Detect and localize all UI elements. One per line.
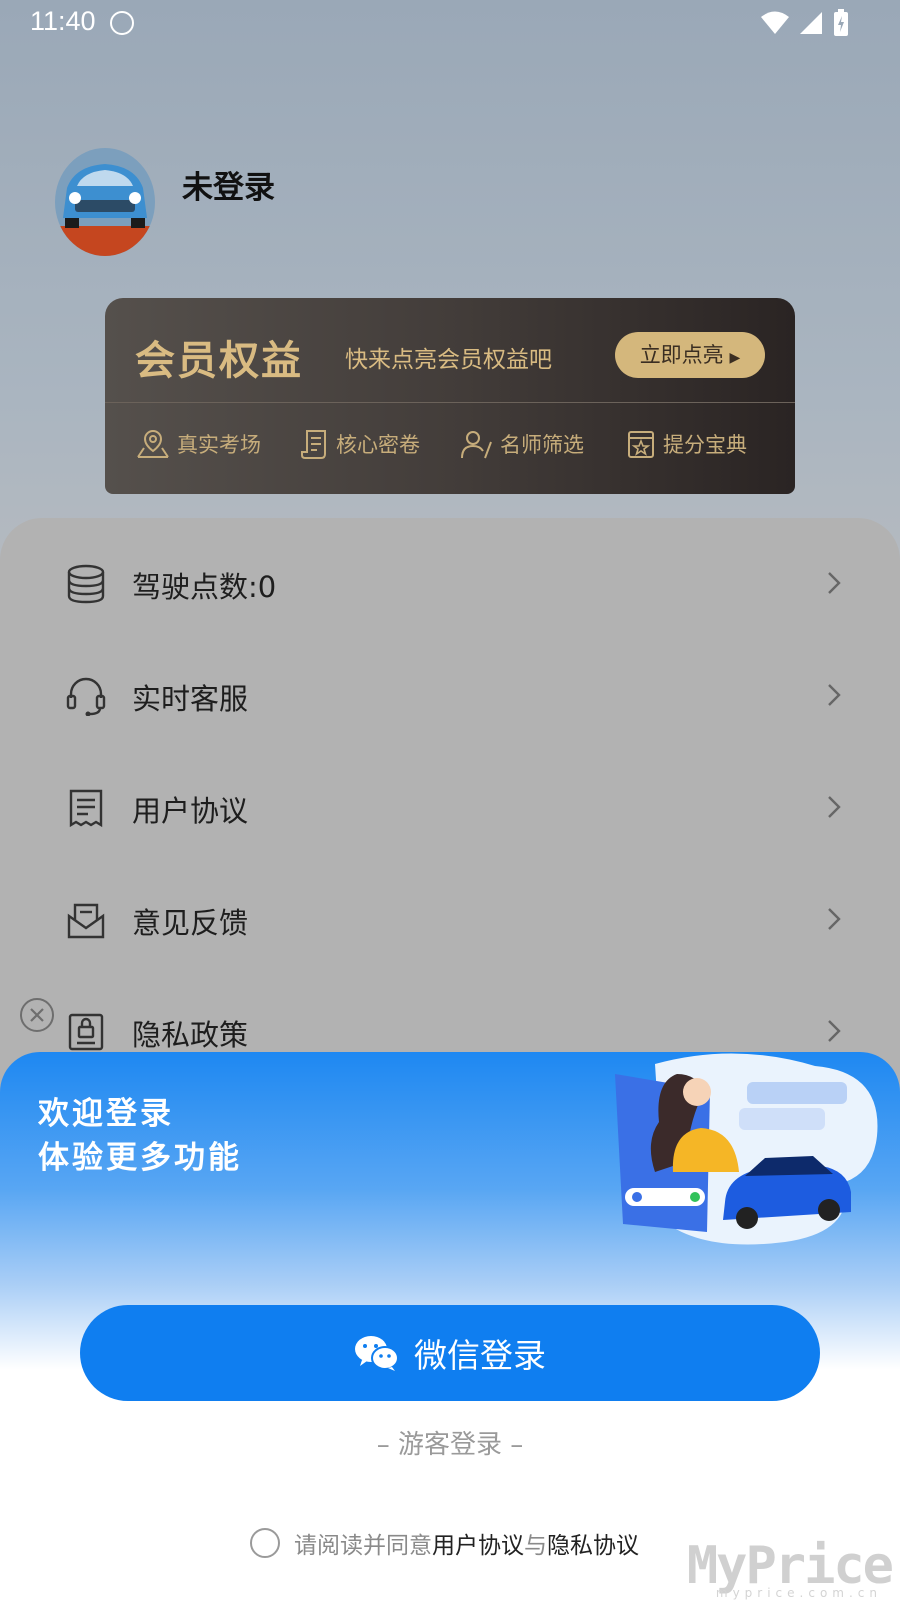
mail-icon xyxy=(67,903,105,939)
chevron-right-icon xyxy=(828,572,841,594)
close-icon xyxy=(30,1008,44,1022)
feature-label: 提分宝典 xyxy=(663,433,747,457)
chevron-right-icon xyxy=(828,796,841,818)
guest-login-link[interactable]: – 游客登录 – xyxy=(0,1424,900,1461)
menu-item-label: 意见反馈 xyxy=(132,906,249,940)
agreement-checkbox[interactable] xyxy=(250,1528,280,1558)
car-avatar-icon xyxy=(55,148,155,256)
watermark-url: myprice.com.cn xyxy=(715,1586,882,1600)
wechat-login-label: 微信登录 xyxy=(414,1337,546,1374)
menu-item-label: 实时客服 xyxy=(132,682,249,716)
chevron-right-icon xyxy=(828,1020,841,1042)
menu-item-label: 用户协议 xyxy=(132,794,249,828)
location-icon xyxy=(137,429,169,458)
chevron-right-icon xyxy=(828,684,841,706)
activate-membership-button[interactable]: 立即点亮 ▶ xyxy=(615,332,765,378)
agreement-and: 与 xyxy=(524,1533,547,1559)
document-icon xyxy=(301,430,326,459)
feature-label: 名师筛选 xyxy=(500,433,584,457)
feature-real-exam[interactable]: 真实考场 xyxy=(135,428,261,460)
welcome-subtitle: 体验更多功能 xyxy=(38,1140,242,1176)
lock-document-icon xyxy=(68,1013,104,1051)
avatar[interactable] xyxy=(55,148,155,256)
agreement-prefix: 请阅读并同意 xyxy=(294,1533,432,1559)
headset-icon xyxy=(66,677,106,716)
menu-item-feedback[interactable]: 意见反馈 xyxy=(0,870,900,970)
menu-item-driving-points[interactable]: 驾驶点数:0 xyxy=(0,534,900,634)
user-agreement-link[interactable]: 用户协议 xyxy=(432,1533,524,1559)
member-subtitle: 快来点亮会员权益吧 xyxy=(345,347,552,373)
app-notification-icon xyxy=(110,11,134,35)
privacy-agreement-link[interactable]: 隐私协议 xyxy=(547,1533,639,1559)
menu-item-user-agreement[interactable]: 用户协议 xyxy=(0,758,900,858)
activate-membership-label: 立即点亮 xyxy=(639,344,724,367)
status-time: 11:40 xyxy=(30,6,96,36)
signal-icon xyxy=(800,12,822,34)
feature-score-guide[interactable]: 提分宝典 xyxy=(625,428,747,460)
customer-service-illustration xyxy=(615,1053,878,1245)
agreement-row: 请阅读并同意用户协议与隐私协议 xyxy=(250,1526,639,1560)
menu-item-label: 隐私政策 xyxy=(132,1018,249,1052)
wifi-icon xyxy=(761,11,789,34)
chevron-right-icon xyxy=(828,908,841,930)
wechat-icon xyxy=(355,1336,399,1371)
close-login-button[interactable] xyxy=(20,998,54,1032)
feature-teacher-selection[interactable]: 名师筛选 xyxy=(460,428,584,460)
play-arrow-icon: ▶ xyxy=(729,349,741,365)
member-benefits-card[interactable]: 会员权益 快来点亮会员权益吧 立即点亮 ▶ 真实考场 核心密卷 名师筛选 提分宝… xyxy=(105,298,795,494)
menu-item-label: 驾驶点数:0 xyxy=(132,570,277,604)
status-icons xyxy=(760,9,850,37)
database-icon xyxy=(67,564,105,604)
battery-icon xyxy=(834,9,848,36)
teacher-icon xyxy=(461,431,492,459)
wechat-login-button[interactable]: 微信登录 xyxy=(80,1305,820,1401)
feature-label: 真实考场 xyxy=(177,433,261,457)
member-title: 会员权益 xyxy=(135,338,303,384)
username[interactable]: 未登录 xyxy=(182,162,275,207)
menu-item-customer-service[interactable]: 实时客服 xyxy=(0,646,900,746)
receipt-icon xyxy=(69,789,103,828)
feature-core-papers[interactable]: 核心密卷 xyxy=(300,428,420,460)
member-divider xyxy=(105,402,795,403)
book-star-icon xyxy=(628,431,654,458)
login-sheet: 欢迎登录 体验更多功能 微信登录 – 游客登录 – 请阅读并同意用户协议与隐私协… xyxy=(0,1052,900,1600)
welcome-title: 欢迎登录 xyxy=(38,1096,174,1132)
status-bar: 11:40 xyxy=(0,0,900,46)
feature-label: 核心密卷 xyxy=(336,433,420,457)
